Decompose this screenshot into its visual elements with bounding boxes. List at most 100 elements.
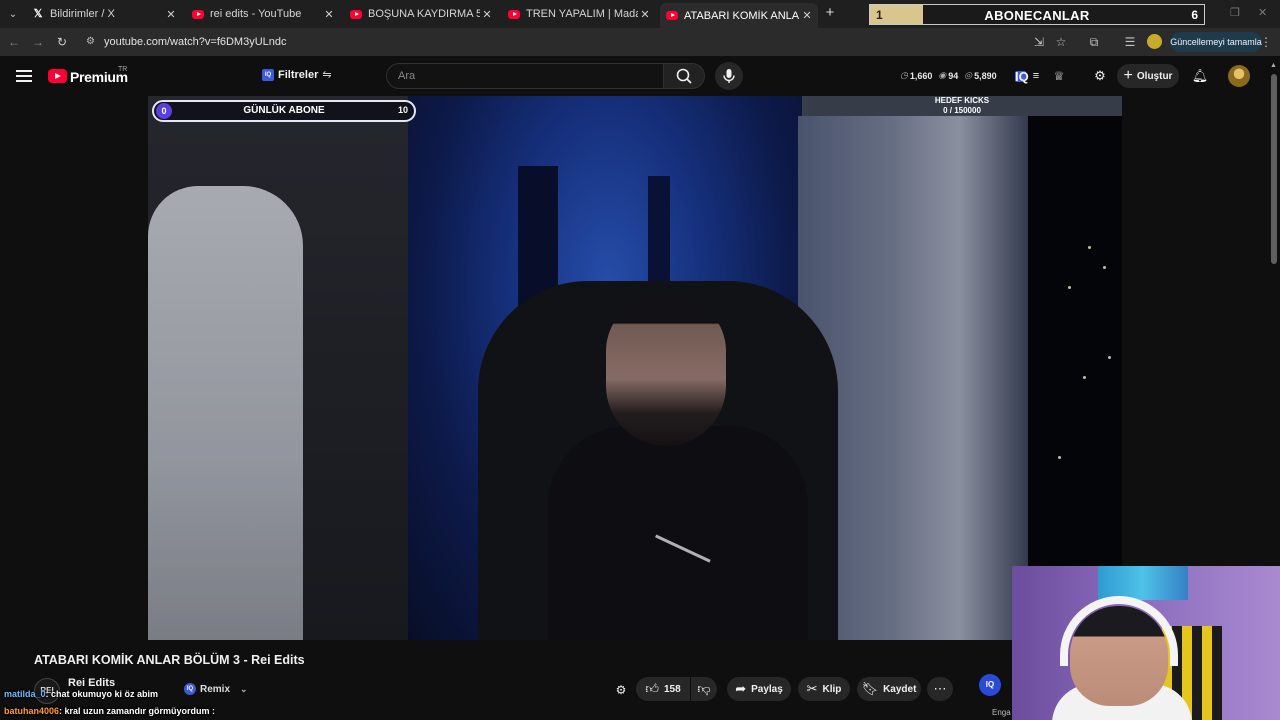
voice-search-button[interactable] <box>715 62 743 90</box>
scrollbar-thumb[interactable] <box>1271 74 1277 264</box>
gear-icon[interactable]: ⚙ <box>612 681 630 699</box>
kicks-goal-label: HEDEF KICKS <box>934 96 990 105</box>
account-avatar[interactable] <box>1228 65 1250 87</box>
bookmark-star-icon[interactable]: ☆ <box>1053 34 1069 50</box>
chat-username: matilda_0 <box>4 689 46 699</box>
tab-tren-yapalim[interactable]: TREN YAPALIM | Madara Olduk ✕ <box>502 3 656 25</box>
create-button[interactable]: + Oluştur <box>1117 64 1179 88</box>
trophy-icon[interactable]: ♕ <box>1050 67 1068 85</box>
kicks-goal-value: 0 / 150000 <box>943 106 981 115</box>
facecam-shelf-lights <box>1098 566 1188 600</box>
close-icon[interactable]: ✕ <box>800 9 814 22</box>
subscriber-goal-bar: 1 ABONECANLAR 6 <box>869 4 1205 25</box>
close-icon[interactable]: ✕ <box>322 8 336 21</box>
thumbs-down-icon: 👎︎ <box>697 681 711 696</box>
plus-icon: + <box>1123 67 1133 84</box>
close-icon[interactable]: ✕ <box>638 8 652 21</box>
x-icon: 𝕏 <box>33 8 43 20</box>
new-tab-plus-icon[interactable]: + <box>822 5 838 21</box>
browser-menu-icon[interactable]: ⋮ <box>1258 34 1274 50</box>
clip-button[interactable]: ✂ Klip <box>798 677 850 701</box>
microphone-icon <box>723 69 735 83</box>
thumbs-up-icon: 👍︎ <box>645 681 659 696</box>
share-button[interactable]: ➦ Paylaş <box>727 677 791 701</box>
dislike-button[interactable]: 👎︎ <box>691 677 717 701</box>
profile-avatar-icon[interactable] <box>1147 34 1162 49</box>
daily-subscriber-goal-overlay: 0 GÜNLÜK ABONE 10 <box>152 100 416 122</box>
restore-window-icon[interactable]: ❐ <box>1230 6 1240 19</box>
address-bar[interactable]: ⚙ youtube.com/watch?v=f6DM3yULndc <box>80 31 1108 53</box>
search-icon <box>676 68 692 84</box>
clock-icon: ◷ <box>900 70 908 80</box>
chevron-down-icon: ⌄ <box>240 683 248 694</box>
video-player[interactable]: 0 GÜNLÜK ABONE 10 HEDEF KICKS 0 / 150000 <box>148 96 1122 640</box>
youtube-logo-icon[interactable] <box>48 69 67 83</box>
daily-goal-label: GÜNLÜK ABONE <box>243 105 325 116</box>
hamburger-menu-icon[interactable] <box>16 70 32 82</box>
bell-icon[interactable]: 🔔︎ <box>1191 67 1209 85</box>
screen: ⌄ 𝕏 Bildirimler / X ✕ rei edits - YouTub… <box>0 0 1280 720</box>
region-code: TR <box>118 66 128 73</box>
subscriber-goal-right-count: 6 <box>1191 8 1198 22</box>
list-icon[interactable]: ≡ <box>1027 67 1045 85</box>
browser-toolbar: ← → ↻ ⚙ youtube.com/watch?v=f6DM3yULndc … <box>0 28 1280 56</box>
chat-username: batuhan4006 <box>4 706 60 716</box>
filters-button[interactable]: IQ Filtreler ⇋ <box>262 68 332 81</box>
tab-title: TREN YAPALIM | Madara Olduk <box>526 8 638 20</box>
back-arrow-icon[interactable]: ← <box>6 34 22 50</box>
extensions-icon[interactable]: ⧉ <box>1086 34 1102 50</box>
like-button[interactable]: 👍︎ 158 <box>636 677 690 701</box>
stream-chat-overlay: matilda_0: chat okumuyo ki öz abim batuh… <box>4 686 215 720</box>
page-scrollbar[interactable]: ▲ <box>1268 60 1280 720</box>
video-title: ATABARI KOMİK ANLAR BÖLÜM 3 - Rei Edits <box>34 653 305 667</box>
close-icon[interactable]: ✕ <box>480 8 494 21</box>
kicks-goal-overlay: HEDEF KICKS 0 / 150000 <box>802 96 1122 116</box>
gear-icon[interactable]: ⚙ <box>1091 67 1109 85</box>
stat-views: ◉ 94 <box>938 70 958 81</box>
youtube-icon <box>666 11 678 20</box>
update-button[interactable]: Güncellemeyi tamamla <box>1170 32 1262 52</box>
iq-sidebar-icon[interactable]: IQ <box>979 674 1001 696</box>
facecam-headphones <box>1060 596 1178 666</box>
people-icon: ◎ <box>964 70 973 80</box>
share-label: Paylaş <box>751 683 783 695</box>
reload-icon[interactable]: ↻ <box>54 34 70 50</box>
tab-title: Bildirimler / X <box>50 8 115 20</box>
streamer-facecam <box>1012 566 1280 720</box>
close-icon[interactable]: ✕ <box>164 8 178 21</box>
address-url: youtube.com/watch?v=f6DM3yULndc <box>104 36 287 48</box>
install-app-icon[interactable]: ⇲ <box>1031 34 1047 50</box>
subscriber-goal-label: ABONECANLAR <box>984 8 1090 23</box>
more-horizontal-icon: ⋯ <box>933 681 947 696</box>
stat-b-value: 94 <box>948 70 959 81</box>
tab-strip: ⌄ 𝕏 Bildirimler / X ✕ rei edits - YouTub… <box>0 0 1280 28</box>
search-input[interactable]: Ara <box>386 63 664 89</box>
like-count: 158 <box>663 683 681 695</box>
video-scene-shade <box>148 96 1122 640</box>
search-button[interactable] <box>663 63 705 89</box>
tab-search-chevron-icon[interactable]: ⌄ <box>4 5 22 23</box>
close-window-icon[interactable]: ✕ <box>1258 6 1267 19</box>
iq-icon[interactable]: IQ <box>1015 70 1029 83</box>
stat-watch-time: ◷ 1,660 <box>900 70 932 81</box>
clip-label: Klip <box>822 683 842 695</box>
tab-rei-edits[interactable]: rei edits - YouTube ✕ <box>186 3 340 25</box>
tab-bosuna-kaydirma[interactable]: BOŞUNA KAYDIRMA 50/#BK50 ✕ <box>344 3 498 25</box>
save-button[interactable]: 🔖︎ Kaydet <box>857 677 921 701</box>
channel-stats: ◷ 1,660 ◉ 94 ◎ 5,890 <box>900 70 1003 81</box>
create-label: Oluştur <box>1136 70 1173 82</box>
reading-list-icon[interactable]: ☰ <box>1122 34 1138 50</box>
stat-a-value: 1,660 <box>909 70 933 81</box>
tab-atabari-active[interactable]: ATABARI KOMİK ANLAR BÖLÜM ✕ <box>660 3 818 28</box>
more-actions-button[interactable]: ⋯ <box>927 677 953 701</box>
chat-text: : kral uzun zamandır görmüyordum : <box>59 706 216 716</box>
tab-x-notifications[interactable]: 𝕏 Bildirimler / X ✕ <box>26 3 182 25</box>
forward-arrow-icon[interactable]: → <box>30 34 46 50</box>
sliders-icon: ⇋ <box>322 69 332 81</box>
site-info-icon[interactable]: ⚙ <box>86 36 98 48</box>
scroll-up-arrow-icon[interactable]: ▲ <box>1270 62 1277 69</box>
eye-icon: ◉ <box>938 70 947 80</box>
chat-message: batuhan4006: kral uzun zamandır görmüyor… <box>4 703 215 720</box>
chat-message: matilda_0: chat okumuyo ki öz abim <box>4 686 215 703</box>
scissors-icon: ✂ <box>806 681 818 696</box>
